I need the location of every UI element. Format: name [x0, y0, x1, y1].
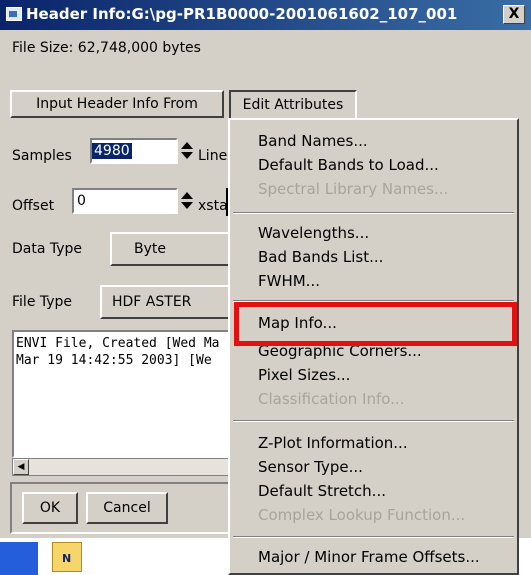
offset-label: Offset — [12, 198, 55, 214]
description-line-1: ENVI File, Created [Wed Ma — [16, 336, 220, 351]
file-type-select[interactable]: HDF ASTER — [100, 285, 230, 319]
menu-item-classification-info[interactable]: Classification Info... — [258, 390, 404, 408]
edit-attributes-button[interactable]: Edit Attributes — [229, 90, 357, 120]
menu-item-z-plot-information[interactable]: Z-Plot Information... — [258, 434, 408, 452]
menu-item-pixel-sizes[interactable]: Pixel Sizes... — [258, 366, 350, 384]
menu-item-bad-bands-list[interactable]: Bad Bands List... — [258, 248, 383, 266]
offset-spinner[interactable] — [180, 190, 194, 214]
description-text[interactable]: ENVI File, Created [Wed Ma Mar 19 14:42:… — [12, 330, 230, 458]
input-header-info-button[interactable]: Input Header Info From — [10, 90, 224, 118]
button-group: OK Cancel — [10, 482, 230, 534]
menu-item-default-bands[interactable]: Default Bands to Load... — [258, 156, 439, 174]
menu-item-spectral-library-names[interactable]: Spectral Library Names... — [258, 180, 448, 198]
menu-item-wavelengths[interactable]: Wavelengths... — [258, 224, 369, 242]
lines-label: Line — [198, 148, 228, 164]
folder-glyph: N — [62, 552, 72, 565]
menu-item-fwhm[interactable]: FWHM... — [258, 272, 320, 290]
menu-item-band-names[interactable]: Band Names... — [258, 132, 368, 150]
description-line-2: Mar 19 14:42:55 2003] [We — [16, 353, 212, 368]
window-icon — [6, 7, 22, 21]
description-hscrollbar[interactable]: ◀ — [12, 458, 230, 476]
close-button[interactable]: X — [503, 5, 525, 24]
data-type-label: Data Type — [12, 241, 83, 257]
taskbar-start-area[interactable] — [0, 542, 38, 575]
menu-separator — [233, 536, 514, 538]
title-bar[interactable]: Header Info:G:\pg-PR1B0000-2001061602_10… — [0, 0, 531, 30]
map-info-highlight-box — [234, 302, 517, 346]
cancel-button[interactable]: Cancel — [86, 492, 168, 524]
folder-icon[interactable]: N — [52, 542, 82, 572]
samples-spinner[interactable] — [180, 140, 194, 164]
offset-input[interactable]: 0 — [72, 188, 178, 214]
menu-item-sensor-type[interactable]: Sensor Type... — [258, 458, 363, 476]
ok-button[interactable]: OK — [22, 492, 78, 524]
edit-attributes-menu: Band Names... Default Bands to Load... S… — [228, 118, 519, 575]
samples-label: Samples — [12, 148, 72, 164]
menu-item-default-stretch[interactable]: Default Stretch... — [258, 482, 386, 500]
window-title: Header Info:G:\pg-PR1B0000-2001061602_10… — [26, 5, 458, 23]
menu-item-major-minor-frame-offsets[interactable]: Major / Minor Frame Offsets... — [258, 548, 480, 566]
menu-item-complex-lookup-function[interactable]: Complex Lookup Function... — [258, 506, 465, 524]
menu-separator — [233, 212, 514, 214]
file-type-label: File Type — [12, 294, 73, 310]
menu-separator — [233, 420, 514, 422]
samples-input[interactable]: 4980 — [90, 138, 178, 164]
data-type-select[interactable]: Byte — [110, 232, 230, 266]
scroll-left-icon[interactable]: ◀ — [13, 459, 29, 475]
samples-value: 4980 — [92, 143, 132, 159]
file-size-label: File Size: 62,748,000 bytes — [12, 40, 201, 56]
